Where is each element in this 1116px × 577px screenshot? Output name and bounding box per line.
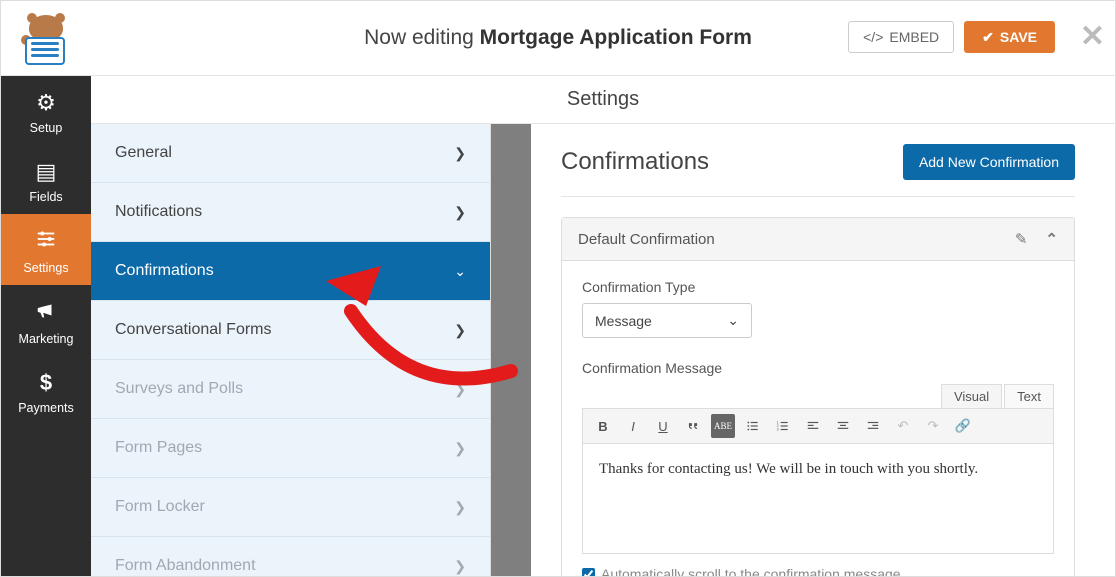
- nav-label: Setup: [30, 121, 63, 135]
- sidebar-item-label: General: [115, 144, 172, 162]
- editing-prefix: Now editing: [364, 26, 480, 49]
- tab-visual[interactable]: Visual: [941, 384, 1002, 408]
- sidebar-item-label: Notifications: [115, 203, 202, 221]
- chevron-down-icon: ⌄: [727, 312, 739, 329]
- embed-label: EMBED: [889, 29, 939, 45]
- config-panel: Confirmations Add New Confirmation Defau…: [491, 124, 1115, 576]
- bold-icon[interactable]: B: [591, 414, 615, 438]
- message-label: Confirmation Message: [582, 360, 1054, 376]
- list-icon: ▤: [1, 159, 91, 185]
- align-center-icon[interactable]: [831, 414, 855, 438]
- sidebar-item-form-pages[interactable]: Form Pages ❯: [91, 419, 490, 478]
- auto-scroll-label: Automatically scroll to the confirmation…: [601, 566, 901, 576]
- sidebar-item-notifications[interactable]: Notifications ❯: [91, 183, 490, 242]
- confirmation-card: Default Confirmation ✎ ⌃ Confirmation Ty…: [561, 217, 1075, 576]
- tab-text[interactable]: Text: [1004, 384, 1054, 408]
- sidebar-item-general[interactable]: General ❯: [91, 124, 490, 183]
- sidebar-item-label: Surveys and Polls: [115, 380, 243, 398]
- redo-icon[interactable]: ↷: [921, 414, 945, 438]
- chevron-right-icon: ❯: [454, 145, 466, 162]
- form-name: Mortgage Application Form: [480, 26, 752, 49]
- bullhorn-icon: [1, 299, 91, 327]
- nav-label: Marketing: [19, 332, 74, 346]
- link-icon[interactable]: 🔗: [951, 414, 975, 438]
- sidebar-item-label: Form Pages: [115, 439, 202, 457]
- quote-icon[interactable]: [681, 414, 705, 438]
- close-icon[interactable]: ✕: [1080, 19, 1105, 54]
- chevron-right-icon: ❯: [454, 204, 466, 221]
- italic-icon[interactable]: I: [621, 414, 645, 438]
- message-editor[interactable]: Thanks for contacting us! We will be in …: [582, 444, 1054, 554]
- sidebar-item-label: Form Abandonment: [115, 557, 256, 575]
- sidebar-item-confirmations[interactable]: Confirmations ⌄: [91, 242, 490, 301]
- editor-toolbar: B I U ABE 123 ↶: [582, 408, 1054, 444]
- confirmation-type-select[interactable]: Message ⌄: [582, 303, 752, 338]
- chevron-right-icon: ❯: [454, 322, 466, 339]
- top-bar: Now editing Mortgage Application Form </…: [1, 1, 1115, 76]
- chevron-up-icon[interactable]: ⌃: [1045, 230, 1058, 248]
- svg-text:3: 3: [777, 428, 779, 432]
- nav-settings[interactable]: Settings: [1, 214, 91, 285]
- ul-icon[interactable]: [741, 414, 765, 438]
- align-right-icon[interactable]: [861, 414, 885, 438]
- nav-label: Payments: [18, 401, 74, 415]
- nav-label: Fields: [29, 190, 62, 204]
- sidebar-item-form-locker[interactable]: Form Locker ❯: [91, 478, 490, 537]
- select-value: Message: [595, 313, 652, 329]
- undo-icon[interactable]: ↶: [891, 414, 915, 438]
- code-icon: </>: [863, 29, 883, 45]
- save-label: SAVE: [1000, 29, 1037, 45]
- auto-scroll-checkbox[interactable]: [582, 568, 595, 577]
- type-label: Confirmation Type: [582, 279, 1054, 295]
- dollar-icon: $: [1, 370, 91, 396]
- embed-button[interactable]: </> EMBED: [848, 21, 954, 53]
- left-nav: ⚙ Setup ▤ Fields Settings Marketing $: [1, 76, 91, 576]
- chevron-right-icon: ❯: [454, 440, 466, 457]
- chevron-right-icon: ❯: [454, 558, 466, 575]
- align-left-icon[interactable]: [801, 414, 825, 438]
- sidebar-item-conversational[interactable]: Conversational Forms ❯: [91, 301, 490, 360]
- save-button[interactable]: ✔ SAVE: [964, 21, 1055, 53]
- underline-icon[interactable]: U: [651, 414, 675, 438]
- ol-icon[interactable]: 123: [771, 414, 795, 438]
- sidebar-item-label: Confirmations: [115, 262, 214, 280]
- sidebar-item-label: Form Locker: [115, 498, 205, 516]
- gear-icon: ⚙: [1, 90, 91, 116]
- chevron-down-icon: ⌄: [454, 263, 466, 280]
- settings-heading: Settings: [91, 76, 1115, 124]
- strikethrough-icon[interactable]: ABE: [711, 414, 735, 438]
- confirmations-title: Confirmations: [561, 148, 709, 176]
- nav-marketing[interactable]: Marketing: [1, 285, 91, 356]
- sidebar-item-label: Conversational Forms: [115, 321, 272, 339]
- sidebar-item-form-abandonment[interactable]: Form Abandonment ❯: [91, 537, 490, 576]
- settings-sidebar[interactable]: General ❯ Notifications ❯ Confirmations …: [91, 124, 491, 576]
- card-title: Default Confirmation: [578, 231, 715, 248]
- chevron-right-icon: ❯: [454, 499, 466, 516]
- pencil-icon[interactable]: ✎: [1015, 230, 1028, 248]
- sidebar-item-surveys[interactable]: Surveys and Polls ❯: [91, 360, 490, 419]
- chevron-right-icon: ❯: [454, 381, 466, 398]
- sliders-icon: [1, 228, 91, 256]
- nav-setup[interactable]: ⚙ Setup: [1, 76, 91, 145]
- card-header[interactable]: Default Confirmation ✎ ⌃: [562, 218, 1074, 261]
- nav-payments[interactable]: $ Payments: [1, 356, 91, 425]
- check-icon: ✔: [982, 29, 994, 46]
- app-logo: [15, 13, 75, 68]
- nav-fields[interactable]: ▤ Fields: [1, 145, 91, 214]
- add-confirmation-button[interactable]: Add New Confirmation: [903, 144, 1075, 180]
- nav-label: Settings: [23, 261, 68, 275]
